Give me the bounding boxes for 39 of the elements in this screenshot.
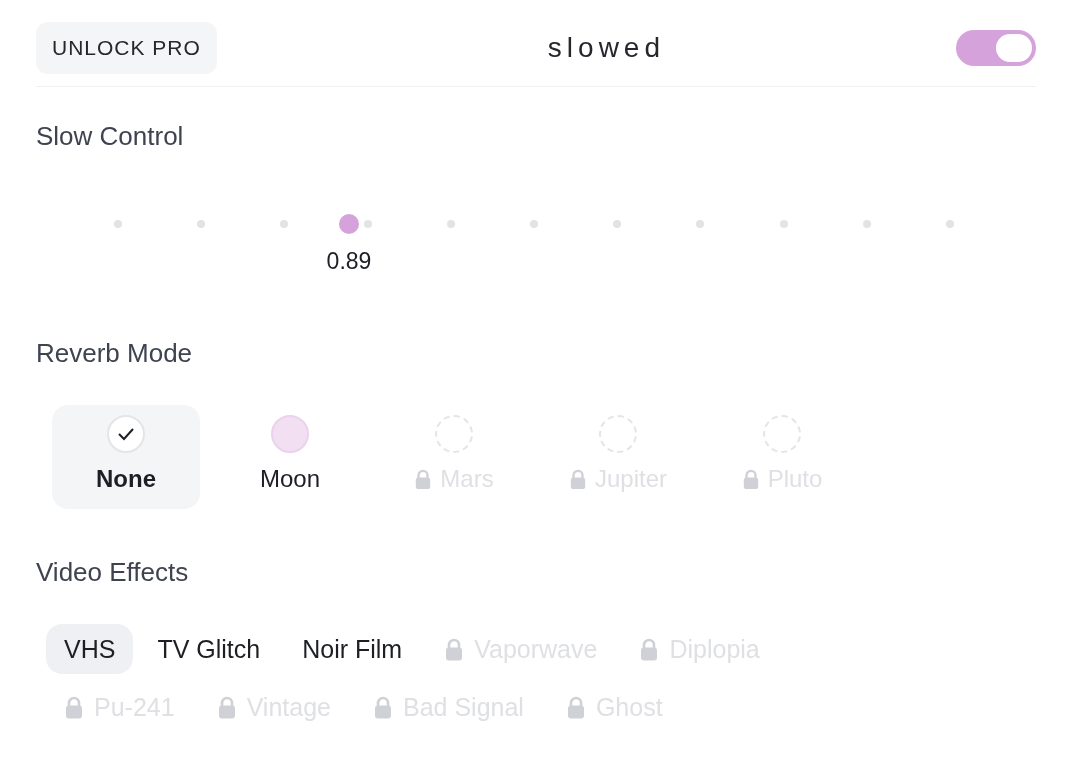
lock-icon (414, 468, 433, 490)
toggle-switch[interactable] (956, 30, 1036, 66)
tick-mark (114, 220, 122, 228)
tick-mark (280, 220, 289, 228)
tick-mark (613, 220, 622, 228)
circle-icon (271, 415, 309, 453)
section-title: Video Effects (36, 557, 190, 588)
slider-thumb[interactable] (339, 214, 359, 234)
option-label: Moon (259, 465, 320, 493)
tick-mark (862, 220, 871, 228)
circle-icon (435, 415, 473, 453)
lock-icon (444, 637, 465, 661)
lock-icon (568, 468, 587, 490)
slider-value: 0.89 (326, 248, 372, 275)
app-title: slowed (547, 32, 665, 64)
tick-mark (529, 220, 538, 228)
tick-mark (779, 220, 788, 228)
tick-mark (945, 220, 954, 228)
lock-icon (372, 695, 393, 719)
circle-icon (599, 415, 637, 453)
reverb-option[interactable]: Moon (216, 405, 364, 509)
circle-icon (763, 415, 801, 453)
tick-mark (363, 220, 372, 228)
tick-mark (446, 220, 455, 228)
lock-icon (565, 695, 586, 719)
reverb-option[interactable]: None (52, 405, 200, 509)
check-circle-icon (107, 415, 145, 453)
speed-slider[interactable]: 0.89 (114, 214, 954, 338)
option-label: None (96, 465, 156, 493)
lock-icon (741, 468, 760, 490)
tick-mark (696, 220, 705, 228)
section-title: Slow Control (36, 121, 185, 152)
section-title: Reverb Mode (36, 338, 194, 369)
lock-icon (216, 695, 237, 719)
effect-chip[interactable]: VHS (46, 624, 134, 674)
lock-icon (639, 637, 660, 661)
lock-icon (64, 695, 84, 719)
tick-mark (197, 220, 206, 228)
unlock-pro-button[interactable]: UNLOCK PRO (36, 22, 217, 74)
